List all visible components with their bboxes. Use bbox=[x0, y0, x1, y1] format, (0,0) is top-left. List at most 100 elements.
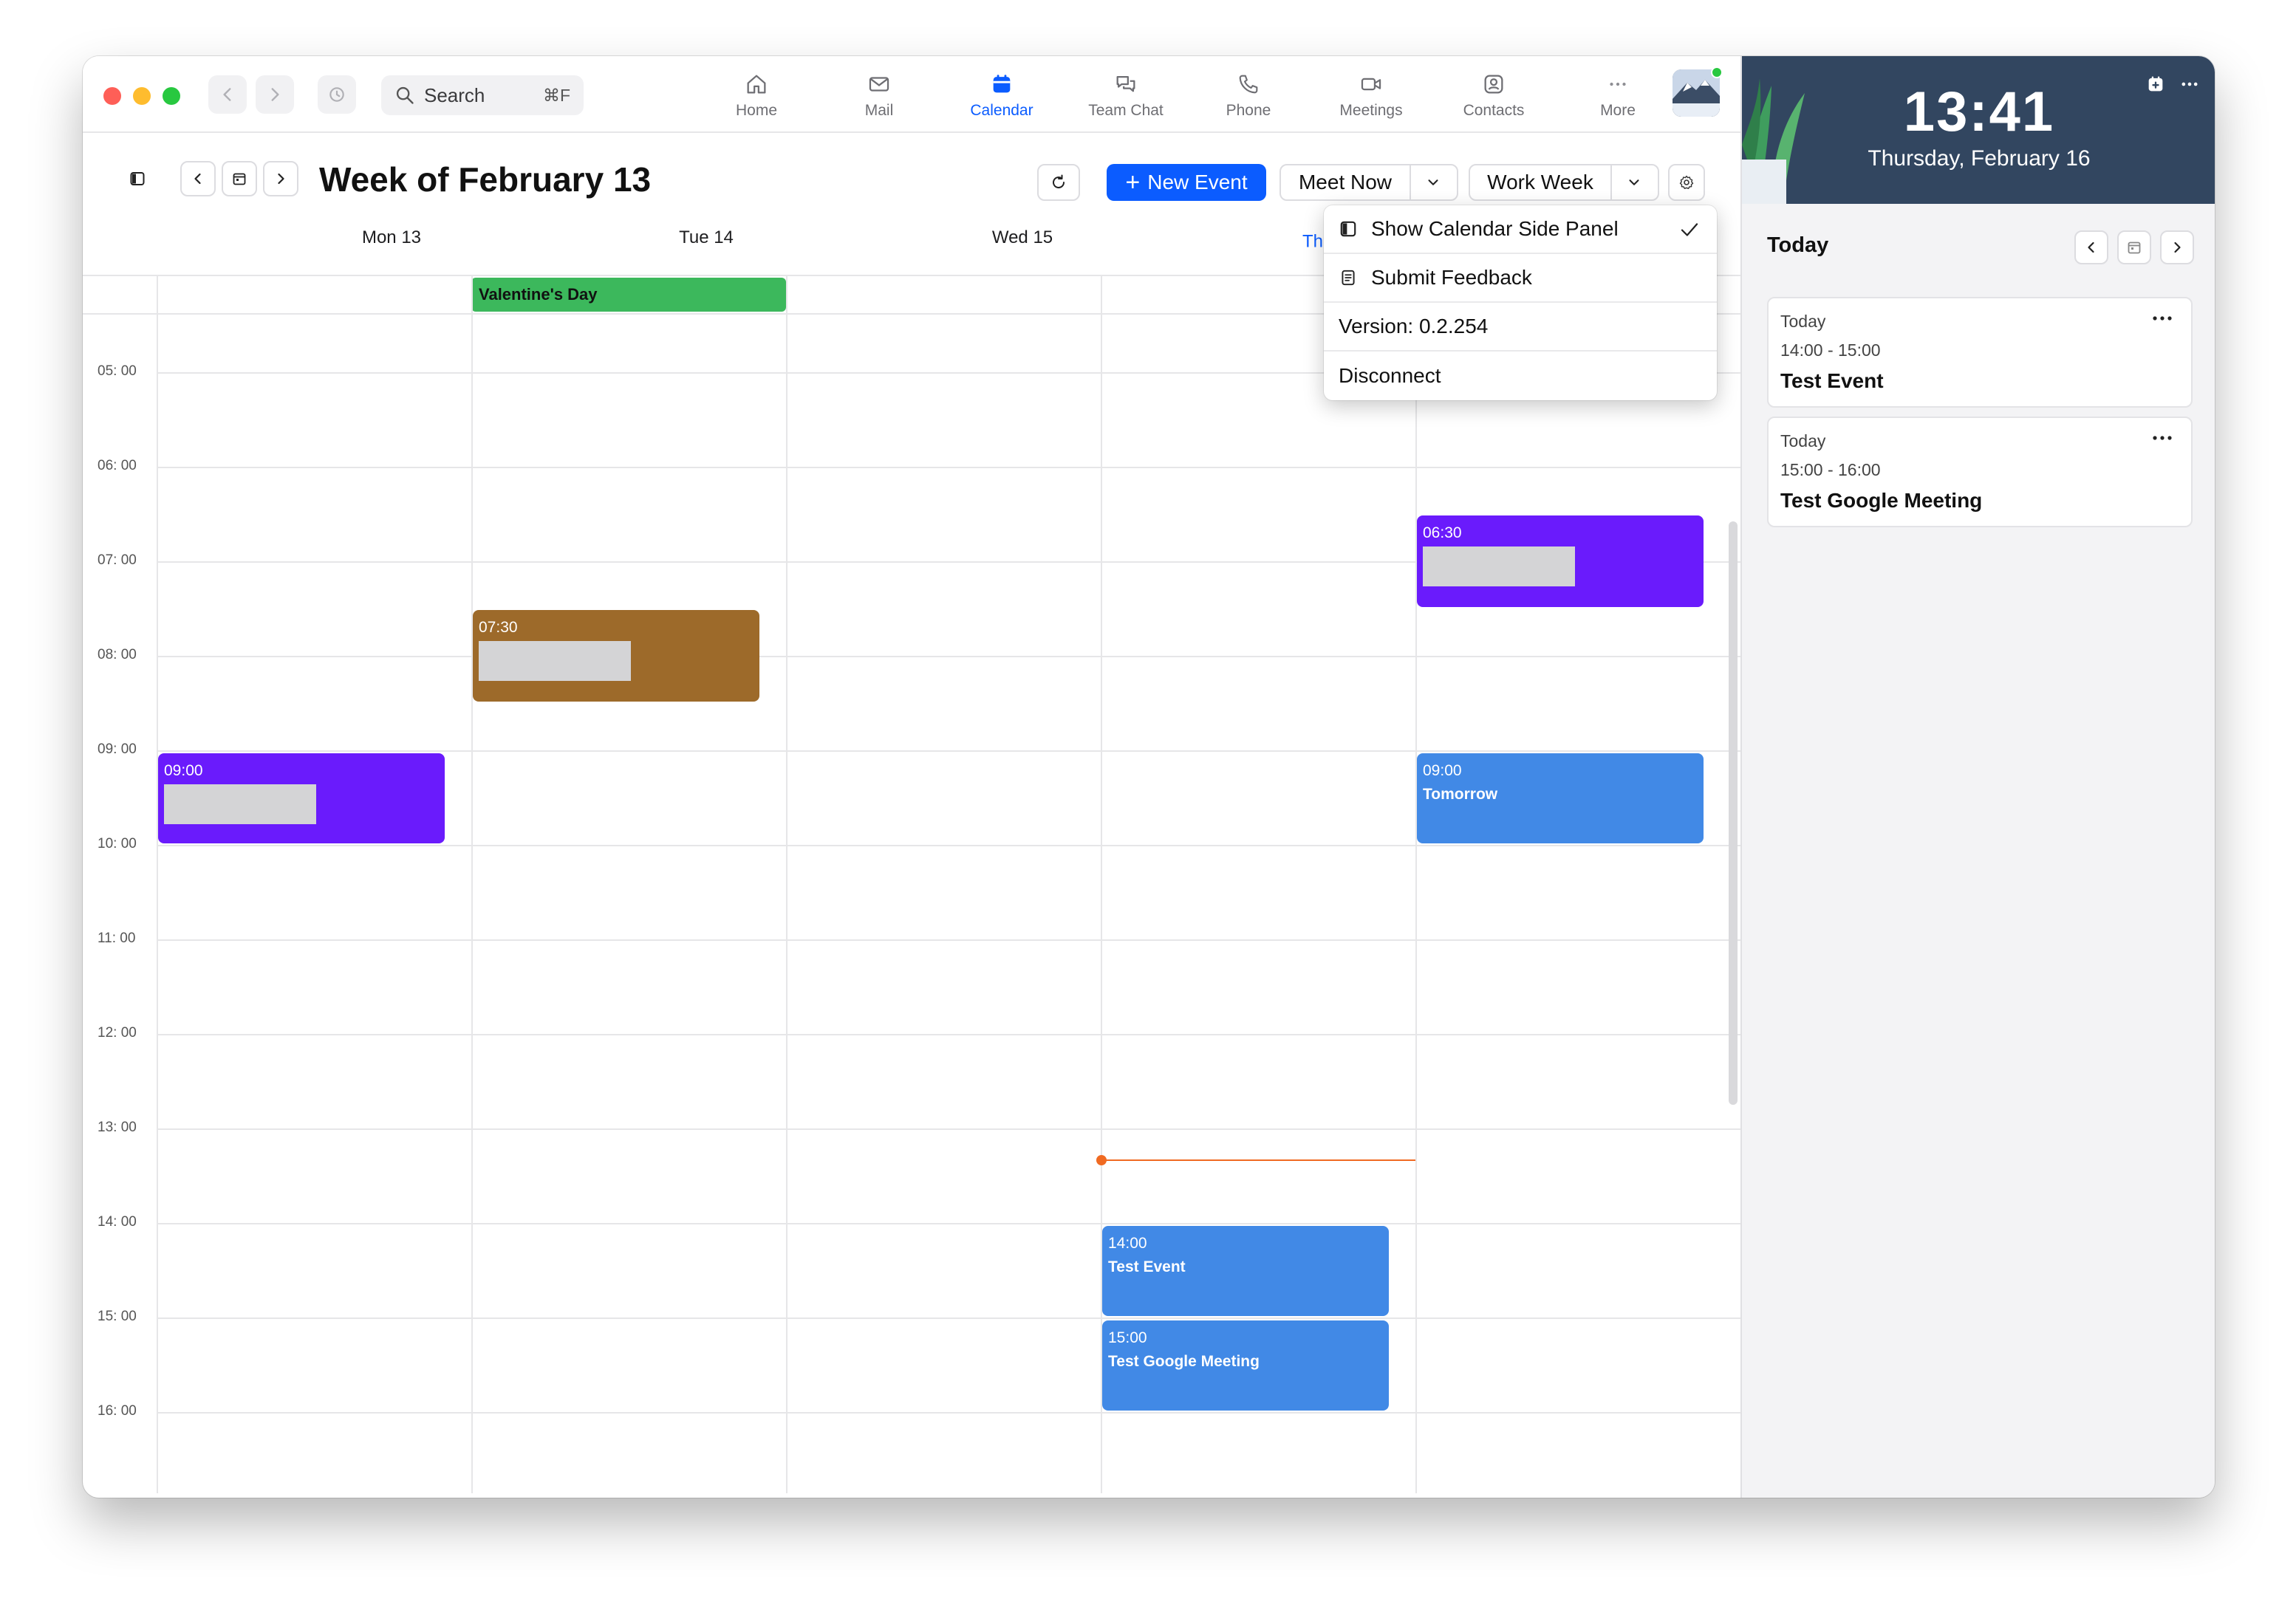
side-today-button[interactable] bbox=[2117, 230, 2151, 264]
time-label: 14: 00 bbox=[98, 1214, 137, 1230]
tab-phone[interactable]: Phone bbox=[1197, 69, 1300, 131]
calendar-scrollbar[interactable] bbox=[1729, 521, 1738, 1105]
gear-icon bbox=[1679, 175, 1694, 189]
hour-line bbox=[157, 1034, 1740, 1035]
more-options-icon[interactable] bbox=[2179, 74, 2200, 95]
search-input[interactable]: Search ⌘F bbox=[381, 75, 584, 115]
search-icon bbox=[394, 85, 415, 106]
hour-line bbox=[157, 845, 1740, 846]
time-label: 16: 00 bbox=[98, 1403, 137, 1419]
hour-line bbox=[157, 1128, 1740, 1130]
go-to-today-button[interactable] bbox=[222, 161, 257, 196]
hour-line bbox=[157, 750, 1740, 752]
maximize-window-button[interactable] bbox=[163, 87, 180, 105]
presence-status-dot bbox=[1711, 66, 1723, 78]
time-label: 05: 00 bbox=[98, 363, 137, 379]
chevron-right-icon bbox=[2174, 241, 2181, 253]
home-icon bbox=[742, 69, 771, 99]
close-window-button[interactable] bbox=[103, 87, 121, 105]
column-divider bbox=[786, 275, 787, 1493]
more-options-icon[interactable] bbox=[2151, 315, 2173, 322]
view-selector-value[interactable]: Work Week bbox=[1470, 165, 1612, 199]
day-header-tue: Tue 14 bbox=[679, 227, 734, 247]
clock-time: 13:41 bbox=[1903, 80, 2055, 143]
forward-button[interactable] bbox=[256, 75, 294, 114]
calendar-icon bbox=[987, 69, 1017, 99]
hour-line bbox=[157, 467, 1740, 468]
toggle-sidebar-button[interactable] bbox=[120, 161, 155, 196]
chevron-left-icon bbox=[194, 173, 201, 185]
meet-now-split-button: Meet Now bbox=[1279, 164, 1458, 201]
all-day-event[interactable]: Valentine's Day bbox=[471, 278, 786, 312]
search-placeholder: Search bbox=[424, 83, 485, 106]
tab-team-chat[interactable]: Team Chat bbox=[1074, 69, 1178, 131]
previous-week-button[interactable] bbox=[180, 161, 216, 196]
event-test-event[interactable]: 14:00 Test Event bbox=[1102, 1226, 1389, 1316]
meet-now-options-button[interactable] bbox=[1411, 165, 1455, 199]
clock-banner: 13:41 Thursday, February 16 bbox=[1742, 56, 2215, 204]
refresh-icon bbox=[1053, 174, 1065, 189]
time-label: 13: 00 bbox=[98, 1120, 137, 1135]
tab-home[interactable]: Home bbox=[705, 69, 808, 131]
time-label: 10: 00 bbox=[98, 836, 137, 852]
search-shortcut: ⌘F bbox=[542, 85, 570, 105]
time-label: 09: 00 bbox=[98, 741, 137, 757]
agenda-card-test-event[interactable]: Today 14:00 - 15:00 Test Event bbox=[1767, 297, 2193, 408]
next-week-button[interactable] bbox=[263, 161, 298, 196]
event-tue-0730[interactable]: 07:30 bbox=[473, 610, 759, 702]
current-time-line bbox=[1102, 1159, 1415, 1161]
side-prev-day-button[interactable] bbox=[2074, 230, 2108, 264]
history-icon bbox=[329, 87, 344, 102]
menu-item-show-side-panel[interactable]: Show Calendar Side Panel bbox=[1324, 205, 1717, 254]
chat-icon bbox=[1111, 69, 1141, 99]
view-options-button[interactable] bbox=[1612, 165, 1656, 199]
tab-contacts[interactable]: Contacts bbox=[1442, 69, 1545, 131]
event-fri-0630[interactable]: 06:30 bbox=[1417, 515, 1704, 607]
event-tomorrow[interactable]: 09:00 Tomorrow bbox=[1417, 753, 1704, 843]
view-selector: Work Week bbox=[1469, 164, 1659, 201]
app-window: Search ⌘F Home Mail Calendar Team Chat P… bbox=[83, 56, 2215, 1498]
chevron-right-icon bbox=[278, 173, 284, 185]
agenda-card-test-google-meeting[interactable]: Today 15:00 - 16:00 Test Google Meeting bbox=[1767, 417, 2193, 527]
new-event-button[interactable]: + New Event bbox=[1107, 164, 1266, 201]
sidebar-icon bbox=[130, 172, 145, 185]
meet-now-button[interactable]: Meet Now bbox=[1281, 165, 1411, 199]
chevron-down-icon bbox=[1428, 179, 1438, 185]
video-icon bbox=[1356, 69, 1386, 99]
hour-line bbox=[157, 1223, 1740, 1224]
settings-button[interactable] bbox=[1668, 164, 1705, 201]
time-label: 07: 00 bbox=[98, 552, 137, 568]
menu-item-submit-feedback[interactable]: Submit Feedback bbox=[1324, 254, 1717, 303]
calendar-add-icon[interactable] bbox=[2145, 74, 2166, 95]
chevron-left-icon bbox=[2088, 241, 2094, 253]
tab-more[interactable]: More bbox=[1566, 69, 1670, 131]
more-icon bbox=[1603, 69, 1633, 99]
contacts-icon bbox=[1479, 69, 1509, 99]
redacted-title bbox=[1423, 546, 1575, 586]
side-panel-heading: Today bbox=[1767, 233, 1829, 257]
time-label: 15: 00 bbox=[98, 1309, 137, 1324]
clock-date: Thursday, February 16 bbox=[1868, 146, 2091, 171]
back-button[interactable] bbox=[208, 75, 247, 114]
event-test-google-meeting[interactable]: 15:00 Test Google Meeting bbox=[1102, 1320, 1389, 1411]
side-panel-icon bbox=[1339, 219, 1358, 239]
minimize-window-button[interactable] bbox=[133, 87, 151, 105]
tab-mail[interactable]: Mail bbox=[827, 69, 931, 131]
tab-calendar[interactable]: Calendar bbox=[950, 69, 1053, 131]
history-button[interactable] bbox=[318, 75, 356, 114]
plus-icon: + bbox=[1125, 168, 1141, 196]
more-options-icon[interactable] bbox=[2151, 434, 2173, 442]
refresh-button[interactable] bbox=[1037, 164, 1080, 201]
side-next-day-button[interactable] bbox=[2160, 230, 2194, 264]
document-icon bbox=[1339, 268, 1358, 287]
page-title: Week of February 13 bbox=[319, 160, 652, 199]
time-label: 11: 00 bbox=[98, 931, 136, 946]
event-mon-0900[interactable]: 09:00 bbox=[158, 753, 445, 843]
tab-meetings[interactable]: Meetings bbox=[1319, 69, 1423, 131]
calendar-side-panel: 13:41 Thursday, February 16 Today Today … bbox=[1740, 56, 2215, 1498]
column-divider bbox=[471, 275, 473, 1493]
column-divider bbox=[1415, 275, 1417, 1493]
chevron-right-icon bbox=[271, 88, 279, 101]
menu-item-disconnect[interactable]: Disconnect bbox=[1324, 352, 1717, 400]
redacted-title bbox=[479, 641, 631, 681]
